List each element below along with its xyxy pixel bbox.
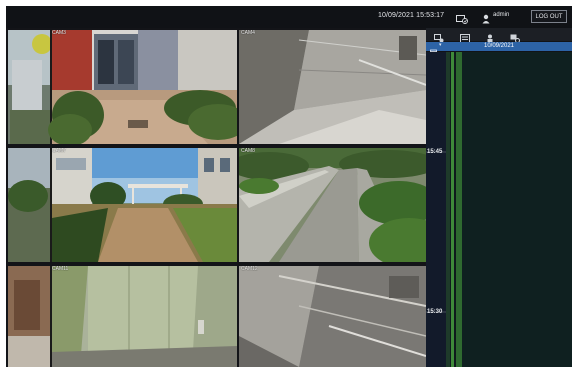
camera-label: CAM7 [52, 148, 66, 154]
camera-feed-image [239, 148, 426, 262]
camera-tile[interactable]: CAM4 [239, 30, 426, 144]
selected-date: 10/09/2021 [483, 43, 515, 49]
current-datetime: 10/09/2021 15:53:17 [378, 12, 445, 19]
camera-label: CAM3 [52, 30, 66, 36]
camera-tile[interactable]: CAM7 [8, 148, 237, 262]
nvr-app-window: 10/09/2021 15:53:17 admin LOG OUT CAM3 C… [6, 6, 572, 367]
camera-feed-image [8, 266, 237, 367]
camera-tile[interactable]: CAM8 [239, 148, 426, 262]
status-icon[interactable] [456, 11, 468, 24]
camera-label: CAM4 [241, 30, 255, 36]
logout-button[interactable]: LOG OUT [531, 10, 567, 23]
camera-settings-icon[interactable] [510, 30, 520, 43]
panel-toolbar [426, 28, 572, 43]
camera-feed-image [239, 30, 426, 144]
person-icon[interactable] [485, 30, 495, 43]
user-icon [482, 11, 490, 24]
time-label: 15:30 [427, 309, 443, 315]
camera-feed-image [239, 266, 426, 367]
user-name: admin [493, 12, 510, 18]
camera-grid: CAM3 CAM4 CAM7 CAM8 CAM11 CAM12 [6, 28, 426, 367]
camera-tile[interactable]: CAM11 [8, 266, 237, 367]
playback-panel: ▾ 10/09/2021 15:45 15:30 [426, 28, 572, 367]
camera-feed-image [8, 30, 237, 144]
list-icon[interactable] [460, 30, 470, 43]
camera-playback-icon[interactable] [434, 30, 444, 43]
camera-label: CAM12 [241, 266, 258, 272]
camera-label: CAM8 [241, 148, 255, 154]
date-selector[interactable]: ▾ 10/09/2021 [426, 42, 572, 56]
camera-label: CAM11 [52, 266, 69, 272]
time-label: 15:45 [427, 149, 443, 155]
camera-feed-image [8, 148, 237, 262]
timeline[interactable]: 15:45 15:30 [426, 52, 572, 367]
camera-tile[interactable]: CAM3 [8, 30, 237, 144]
top-bar: 10/09/2021 15:53:17 admin LOG OUT [6, 6, 572, 28]
timeline-tracks [426, 52, 572, 367]
camera-tile[interactable]: CAM12 [239, 266, 426, 367]
